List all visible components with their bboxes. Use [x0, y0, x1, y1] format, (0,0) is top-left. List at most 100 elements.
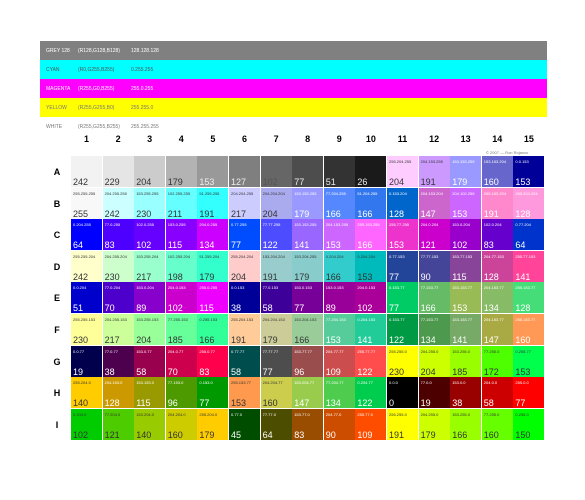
color-swatch: 153.77.77 96	[292, 345, 324, 377]
swatch-code: 255.77.255	[389, 222, 410, 228]
swatch-value: 166	[199, 335, 215, 345]
swatch-code: 0.0.77	[73, 348, 85, 354]
swatch-value: 179	[167, 177, 183, 187]
swatch-value: 229	[104, 177, 120, 187]
swatch-code: 0.204.204	[357, 253, 376, 259]
swatch-value: 179	[420, 429, 436, 440]
swatch-value: 83	[294, 429, 305, 440]
swatch-code: 255.77.0	[357, 411, 373, 417]
color-swatch: 0.77.77 58	[229, 345, 260, 377]
swatch-code: 153.255.204	[136, 253, 159, 259]
swatch-value: 166	[452, 429, 468, 440]
swatch-code: 204.77.0	[325, 411, 342, 417]
color-swatch: 0.77.153 77	[387, 250, 418, 282]
swatch-value: 217	[136, 271, 152, 282]
swatch-code: 51.204.255	[357, 190, 378, 196]
swatch-value: 198	[167, 271, 183, 282]
reference-name: GREY 128	[46, 48, 70, 54]
swatch-code: 0.0.153	[515, 159, 529, 164]
color-swatch: 255.255.153 230	[71, 314, 102, 345]
swatch-code: 77.204.153	[325, 317, 346, 322]
color-swatch: 204	[134, 156, 166, 187]
swatch-code: 204.255.153	[104, 317, 127, 322]
swatch-value: 141	[515, 271, 531, 282]
swatch-value: 191	[231, 335, 247, 345]
color-swatch: 153.204.77 147	[292, 377, 324, 409]
color-swatch: 0.153.77 77	[387, 282, 418, 314]
swatch-code: 204.0.255	[199, 222, 218, 228]
swatch-code: 204.255.204	[104, 253, 127, 259]
color-swatch: 51	[323, 156, 355, 187]
swatch-value: 217	[104, 335, 120, 345]
swatch-code: 77.0.153	[262, 285, 279, 291]
color-swatch: 77.0.153 58	[260, 282, 292, 314]
color-swatch: 153.255.153 204	[134, 314, 166, 345]
swatch-code: 77.153.77	[420, 285, 439, 291]
swatch-code: 255.153.77	[515, 317, 536, 322]
color-swatch: 77.77.77 77	[260, 345, 292, 377]
swatch-code: 0.77.0	[231, 411, 243, 417]
row-header: H	[53, 388, 61, 399]
swatch-value: 102	[136, 240, 152, 251]
swatch-value: 140	[73, 398, 89, 409]
color-swatch: 0.0.153 153	[513, 156, 545, 187]
swatch-value: 166	[357, 208, 373, 219]
column-header: 3	[147, 134, 153, 144]
swatch-value: 179	[199, 429, 215, 440]
color-swatch: 77.153.77 134	[418, 314, 450, 345]
reference-name: WHITE	[46, 124, 63, 130]
color-swatch: 242	[71, 156, 102, 187]
swatch-value: 179	[452, 177, 468, 187]
color-swatch: 255.153.77 160	[513, 314, 545, 345]
color-swatch: 153.77.0 83	[292, 408, 324, 440]
color-swatch: 153.0.255 115	[165, 219, 197, 251]
color-swatch: 0.204.255 64	[71, 219, 102, 251]
swatch-code: 153.0.153	[325, 285, 344, 291]
swatch-value: 109	[357, 429, 373, 440]
swatch-code: 153.0.153	[294, 285, 312, 291]
swatch-code: 102.255.204	[167, 253, 191, 259]
color-swatch: 204.204.0 160	[165, 408, 197, 440]
color-swatch: 0.77.204 64	[513, 219, 545, 251]
color-swatch: 153.0.153 77	[292, 282, 324, 314]
swatch-code: 204.204.0	[167, 411, 186, 417]
color-swatch: 51.255.255 191	[197, 187, 229, 219]
color-swatch: 0.204.204 166	[323, 250, 355, 282]
color-swatch: 255.77.77 122	[355, 345, 387, 377]
swatch-value: 128	[515, 208, 531, 219]
swatch-code: 102.0.255	[136, 222, 154, 228]
color-swatch: 255.77.255 153	[387, 219, 418, 251]
swatch-value: 153	[515, 366, 531, 377]
color-swatch: 204.204.255 217	[229, 187, 260, 219]
color-swatch: 77.77.255 122	[260, 219, 292, 251]
swatch-value: 77	[294, 303, 305, 314]
swatch-code: 0.204.0	[73, 411, 87, 417]
swatch-value: 147	[294, 398, 310, 409]
color-swatch: 127	[229, 156, 260, 187]
swatch-code: 255.153.77	[515, 285, 536, 291]
swatch-code: 204.153.77	[483, 317, 504, 322]
color-swatch: 255.0.0 77	[513, 377, 545, 409]
color-swatch: 51.255.204 179	[197, 250, 229, 282]
color-swatch: 204.102.255 153	[450, 187, 482, 219]
swatch-code: 0.0.204	[73, 285, 87, 291]
color-swatch: 77.0.255 83	[102, 219, 134, 251]
swatch-code: 0.77.204	[515, 222, 531, 228]
color-swatch: 204.153.255 191	[418, 156, 450, 187]
swatch-value: 141	[357, 335, 373, 345]
swatch-code: 0.153.204	[389, 190, 407, 196]
swatch-code: 255.255.204	[73, 253, 96, 259]
swatch-value: 122	[357, 366, 373, 377]
color-swatch: 153.153.77 141	[450, 314, 482, 345]
swatch-value: 51	[325, 177, 336, 187]
swatch-code: 153.153.255	[452, 159, 475, 164]
swatch-code: 77.255.153	[167, 317, 188, 322]
swatch-code: 204.0.0	[483, 380, 498, 386]
row-header: A	[53, 167, 61, 177]
color-swatch: 153.255.0 166	[450, 408, 482, 440]
swatch-value: 204	[389, 177, 405, 187]
color-swatch: 204.0.255 134	[197, 219, 229, 251]
swatch-code: 153.204.204	[262, 253, 285, 259]
swatch-code: 255.255.0	[389, 348, 407, 354]
swatch-value: 90	[420, 271, 431, 282]
